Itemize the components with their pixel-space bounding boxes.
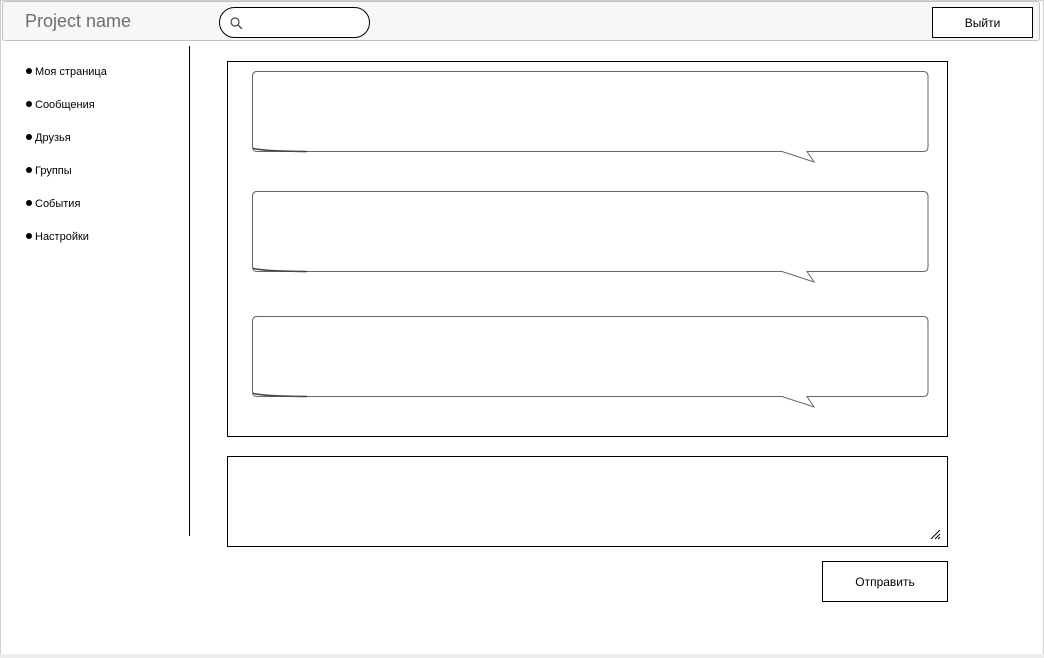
sidebar-item-label: События <box>35 198 81 210</box>
sidebar-item-settings[interactable]: Настройки <box>26 227 186 260</box>
message-bubble[interactable] <box>252 191 929 284</box>
logout-button[interactable]: Выйти <box>932 7 1033 38</box>
messages-panel <box>227 61 948 437</box>
sidebar-nav: Моя страница Сообщения Друзья Группы Соб… <box>26 62 186 260</box>
top-navbar: Project name Выйти <box>2 1 1040 41</box>
sidebar-item-my-page[interactable]: Моя страница <box>26 62 186 95</box>
sidebar-item-events[interactable]: События <box>26 194 186 227</box>
sidebar-item-label: Друзья <box>35 132 71 144</box>
search-icon <box>230 17 243 30</box>
sidebar-item-label: Группы <box>35 165 72 177</box>
sidebar-item-label: Настройки <box>35 231 89 243</box>
bullet-icon <box>26 101 32 107</box>
sidebar-item-groups[interactable]: Группы <box>26 161 186 194</box>
brand-title[interactable]: Project name <box>25 11 131 32</box>
message-compose[interactable] <box>227 456 948 547</box>
bullet-icon <box>26 68 32 74</box>
sidebar-divider <box>189 46 190 536</box>
bottom-strip <box>0 654 1044 658</box>
search-box[interactable] <box>219 7 370 38</box>
search-input[interactable] <box>248 13 360 32</box>
message-bubble[interactable] <box>252 316 929 409</box>
bullet-icon <box>26 200 32 206</box>
resize-handle-icon[interactable] <box>930 529 941 540</box>
bullet-icon <box>26 233 32 239</box>
sidebar-item-label: Сообщения <box>35 99 95 111</box>
sidebar-item-friends[interactable]: Друзья <box>26 128 186 161</box>
message-bubble[interactable] <box>252 71 929 164</box>
bullet-icon <box>26 134 32 140</box>
sidebar-item-label: Моя страница <box>35 66 107 78</box>
message-textarea[interactable] <box>232 461 932 539</box>
bullet-icon <box>26 167 32 173</box>
sidebar-item-messages[interactable]: Сообщения <box>26 95 186 128</box>
send-button[interactable]: Отправить <box>822 561 948 602</box>
